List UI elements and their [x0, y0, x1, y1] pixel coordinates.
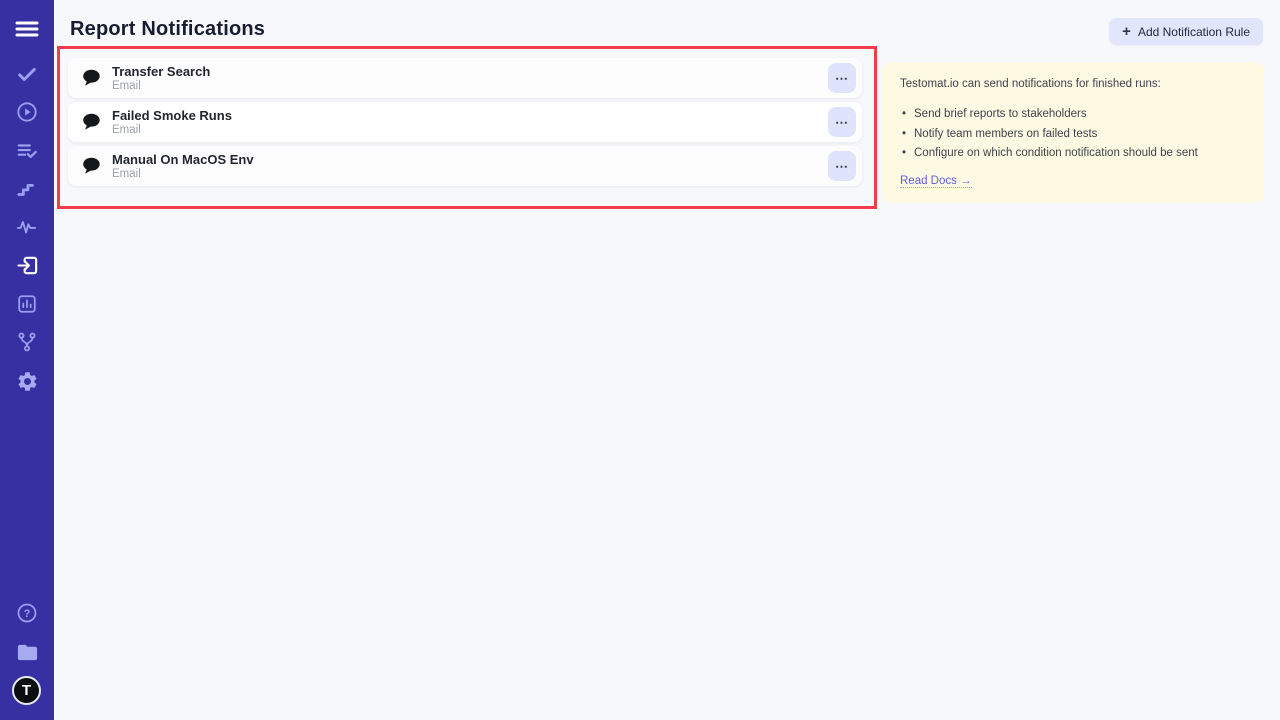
- list-check-icon[interactable]: [15, 139, 39, 163]
- rule-channel: Email: [112, 168, 254, 181]
- rule-title: Transfer Search: [112, 64, 210, 79]
- logo-letter: T: [22, 682, 31, 699]
- info-bullet: Configure on which condition notificatio…: [900, 144, 1246, 164]
- add-button-label: Add Notification Rule: [1138, 25, 1250, 39]
- rule-menu-button[interactable]: ⋯: [828, 107, 856, 137]
- notification-rule-row[interactable]: Transfer Search Email ⋯: [68, 58, 862, 98]
- info-bullet: Notify team members on failed tests: [900, 125, 1246, 145]
- check-icon[interactable]: [15, 62, 39, 86]
- notification-rule-row[interactable]: Manual On MacOS Env Email ⋯: [68, 146, 862, 186]
- import-icon[interactable]: [15, 253, 39, 277]
- page-title: Report Notifications: [70, 18, 265, 41]
- rule-menu-button[interactable]: ⋯: [828, 63, 856, 93]
- info-bullet: Send brief reports to stakeholders: [900, 105, 1246, 125]
- steps-icon[interactable]: [15, 177, 39, 201]
- ellipsis-icon: ⋯: [835, 160, 849, 173]
- chat-bubble-icon: [80, 67, 102, 89]
- info-intro-text: Testomat.io can send notifications for f…: [900, 77, 1246, 91]
- notification-rule-row[interactable]: Failed Smoke Runs Email ⋯: [68, 102, 862, 142]
- ellipsis-icon: ⋯: [835, 72, 849, 85]
- settings-gear-icon[interactable]: [15, 369, 39, 393]
- git-branch-icon[interactable]: [15, 330, 39, 354]
- rule-channel: Email: [112, 80, 210, 93]
- testomat-logo[interactable]: T: [12, 676, 41, 705]
- chat-bubble-icon: [80, 111, 102, 133]
- rule-title: Manual On MacOS Env: [112, 152, 254, 167]
- play-circle-icon[interactable]: [15, 100, 39, 124]
- rule-channel: Email: [112, 124, 232, 137]
- activity-pulse-icon[interactable]: [15, 215, 39, 239]
- bar-chart-icon[interactable]: [15, 292, 39, 316]
- ellipsis-icon: ⋯: [835, 116, 849, 129]
- info-panel: Testomat.io can send notifications for f…: [882, 62, 1264, 203]
- svg-text:?: ?: [24, 608, 31, 620]
- rule-title: Failed Smoke Runs: [112, 108, 232, 123]
- help-icon[interactable]: ?: [15, 601, 39, 625]
- add-notification-rule-button[interactable]: + Add Notification Rule: [1109, 18, 1263, 45]
- plus-icon: +: [1122, 24, 1131, 39]
- sidebar: ? T: [0, 0, 54, 720]
- info-bullet-list: Send brief reports to stakeholders Notif…: [900, 105, 1246, 164]
- folder-icon[interactable]: [15, 640, 39, 664]
- hamburger-menu-icon[interactable]: [15, 17, 39, 41]
- rule-menu-button[interactable]: ⋯: [828, 151, 856, 181]
- read-docs-link[interactable]: Read Docs →: [900, 175, 972, 188]
- chat-bubble-icon: [80, 155, 102, 177]
